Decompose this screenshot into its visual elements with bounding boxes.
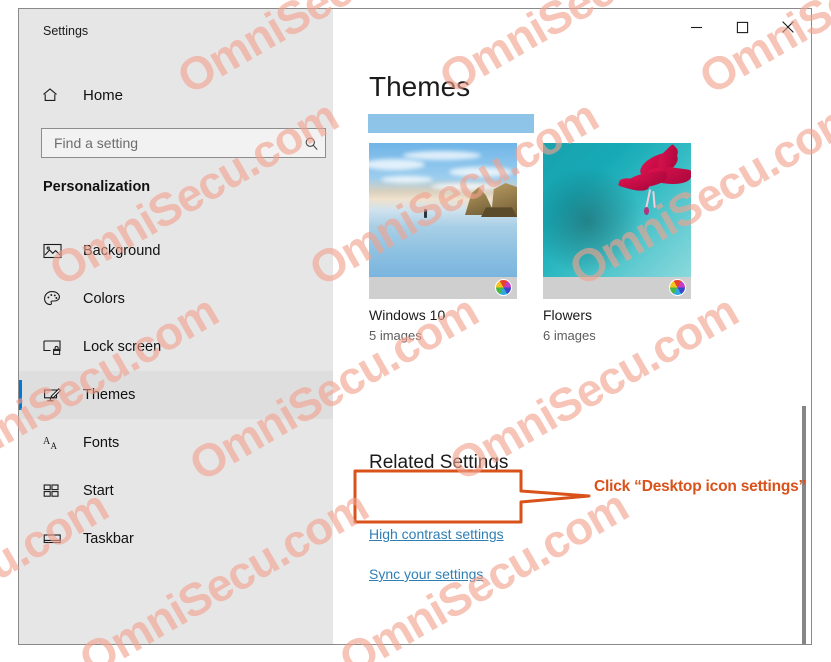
- sidebar-item-background[interactable]: Background: [19, 227, 333, 275]
- annotation-text: Click “Desktop icon settings”: [594, 478, 807, 495]
- link-high-contrast-settings[interactable]: High contrast settings: [369, 526, 504, 542]
- sidebar-item-label: Fonts: [83, 435, 120, 451]
- theme-thumbnail[interactable]: [543, 143, 691, 299]
- theme-card-windows-10[interactable]: Windows 10 5 images: [369, 143, 517, 343]
- theme-card-flowers[interactable]: Flowers 6 images: [543, 143, 691, 343]
- sidebar-item-label: Taskbar: [83, 531, 134, 547]
- settings-window: Settings Home Personalization: [18, 8, 812, 645]
- app-title: Settings: [43, 24, 89, 38]
- sidebar-item-label: Lock screen: [83, 339, 162, 355]
- sidebar-item-themes[interactable]: Themes: [19, 371, 333, 419]
- home-icon: [41, 86, 67, 104]
- section-heading: Personalization: [43, 179, 151, 195]
- theme-thumbnail-footer: [543, 277, 691, 299]
- theme-image-count: 5 images: [369, 328, 422, 343]
- start-tiles-icon: [43, 483, 69, 499]
- search-box[interactable]: [41, 128, 326, 158]
- scrollbar[interactable]: [799, 9, 809, 644]
- maximize-button[interactable]: [719, 9, 765, 45]
- minimize-button[interactable]: [673, 9, 719, 45]
- window-controls: [673, 9, 811, 45]
- link-desktop-icon-settings[interactable]: Desktop icon settings: [369, 488, 502, 504]
- main-content: Themes Windows 10 5 images Flowers 6 ima…: [333, 9, 811, 644]
- color-wheel-icon: [495, 279, 512, 296]
- svg-text:A: A: [51, 441, 58, 451]
- taskbar-icon: [43, 532, 69, 546]
- color-wheel-icon: [669, 279, 686, 296]
- sidebar: Settings Home Personalization: [19, 9, 333, 644]
- theme-thumbnail-image: [543, 143, 691, 277]
- theme-name: Flowers: [543, 307, 593, 323]
- related-settings-heading: Related Settings: [369, 452, 509, 473]
- search-icon[interactable]: [297, 136, 325, 151]
- sidebar-item-label: Background: [83, 243, 161, 259]
- sidebar-item-colors[interactable]: Colors: [19, 275, 333, 323]
- sidebar-item-label: Themes: [83, 387, 136, 403]
- theme-thumbnail-footer: [369, 277, 517, 299]
- sidebar-item-home[interactable]: Home: [19, 74, 333, 116]
- theme-grid: Windows 10 5 images Flowers 6 images: [369, 143, 691, 343]
- sidebar-nav-list: Background Colors Lock screen Themes A A…: [19, 227, 333, 563]
- search-input[interactable]: [42, 134, 297, 152]
- lock-screen-icon: [43, 339, 69, 356]
- sidebar-item-label: Start: [83, 483, 114, 499]
- font-icon: A A: [43, 435, 69, 452]
- sidebar-item-fonts[interactable]: A A Fonts: [19, 419, 333, 467]
- theme-thumbnail-image: [369, 143, 517, 277]
- sidebar-item-lock-screen[interactable]: Lock screen: [19, 323, 333, 371]
- theme-thumbnail[interactable]: [369, 143, 517, 299]
- link-sync-your-settings[interactable]: Sync your settings: [369, 566, 483, 582]
- scrollbar-thumb[interactable]: [802, 406, 806, 644]
- sidebar-item-start[interactable]: Start: [19, 467, 333, 515]
- sidebar-item-label: Colors: [83, 291, 125, 307]
- picture-icon: [43, 243, 69, 259]
- close-button[interactable]: [765, 9, 811, 45]
- theme-name: Windows 10: [369, 307, 446, 323]
- sidebar-item-label: Home: [83, 86, 124, 104]
- sidebar-item-taskbar[interactable]: Taskbar: [19, 515, 333, 563]
- theme-image-count: 6 images: [543, 328, 596, 343]
- page-title: Themes: [369, 71, 471, 102]
- theme-preview-highlight-bar: [368, 114, 534, 133]
- palette-icon: [43, 290, 69, 308]
- theme-brush-icon: [43, 387, 69, 404]
